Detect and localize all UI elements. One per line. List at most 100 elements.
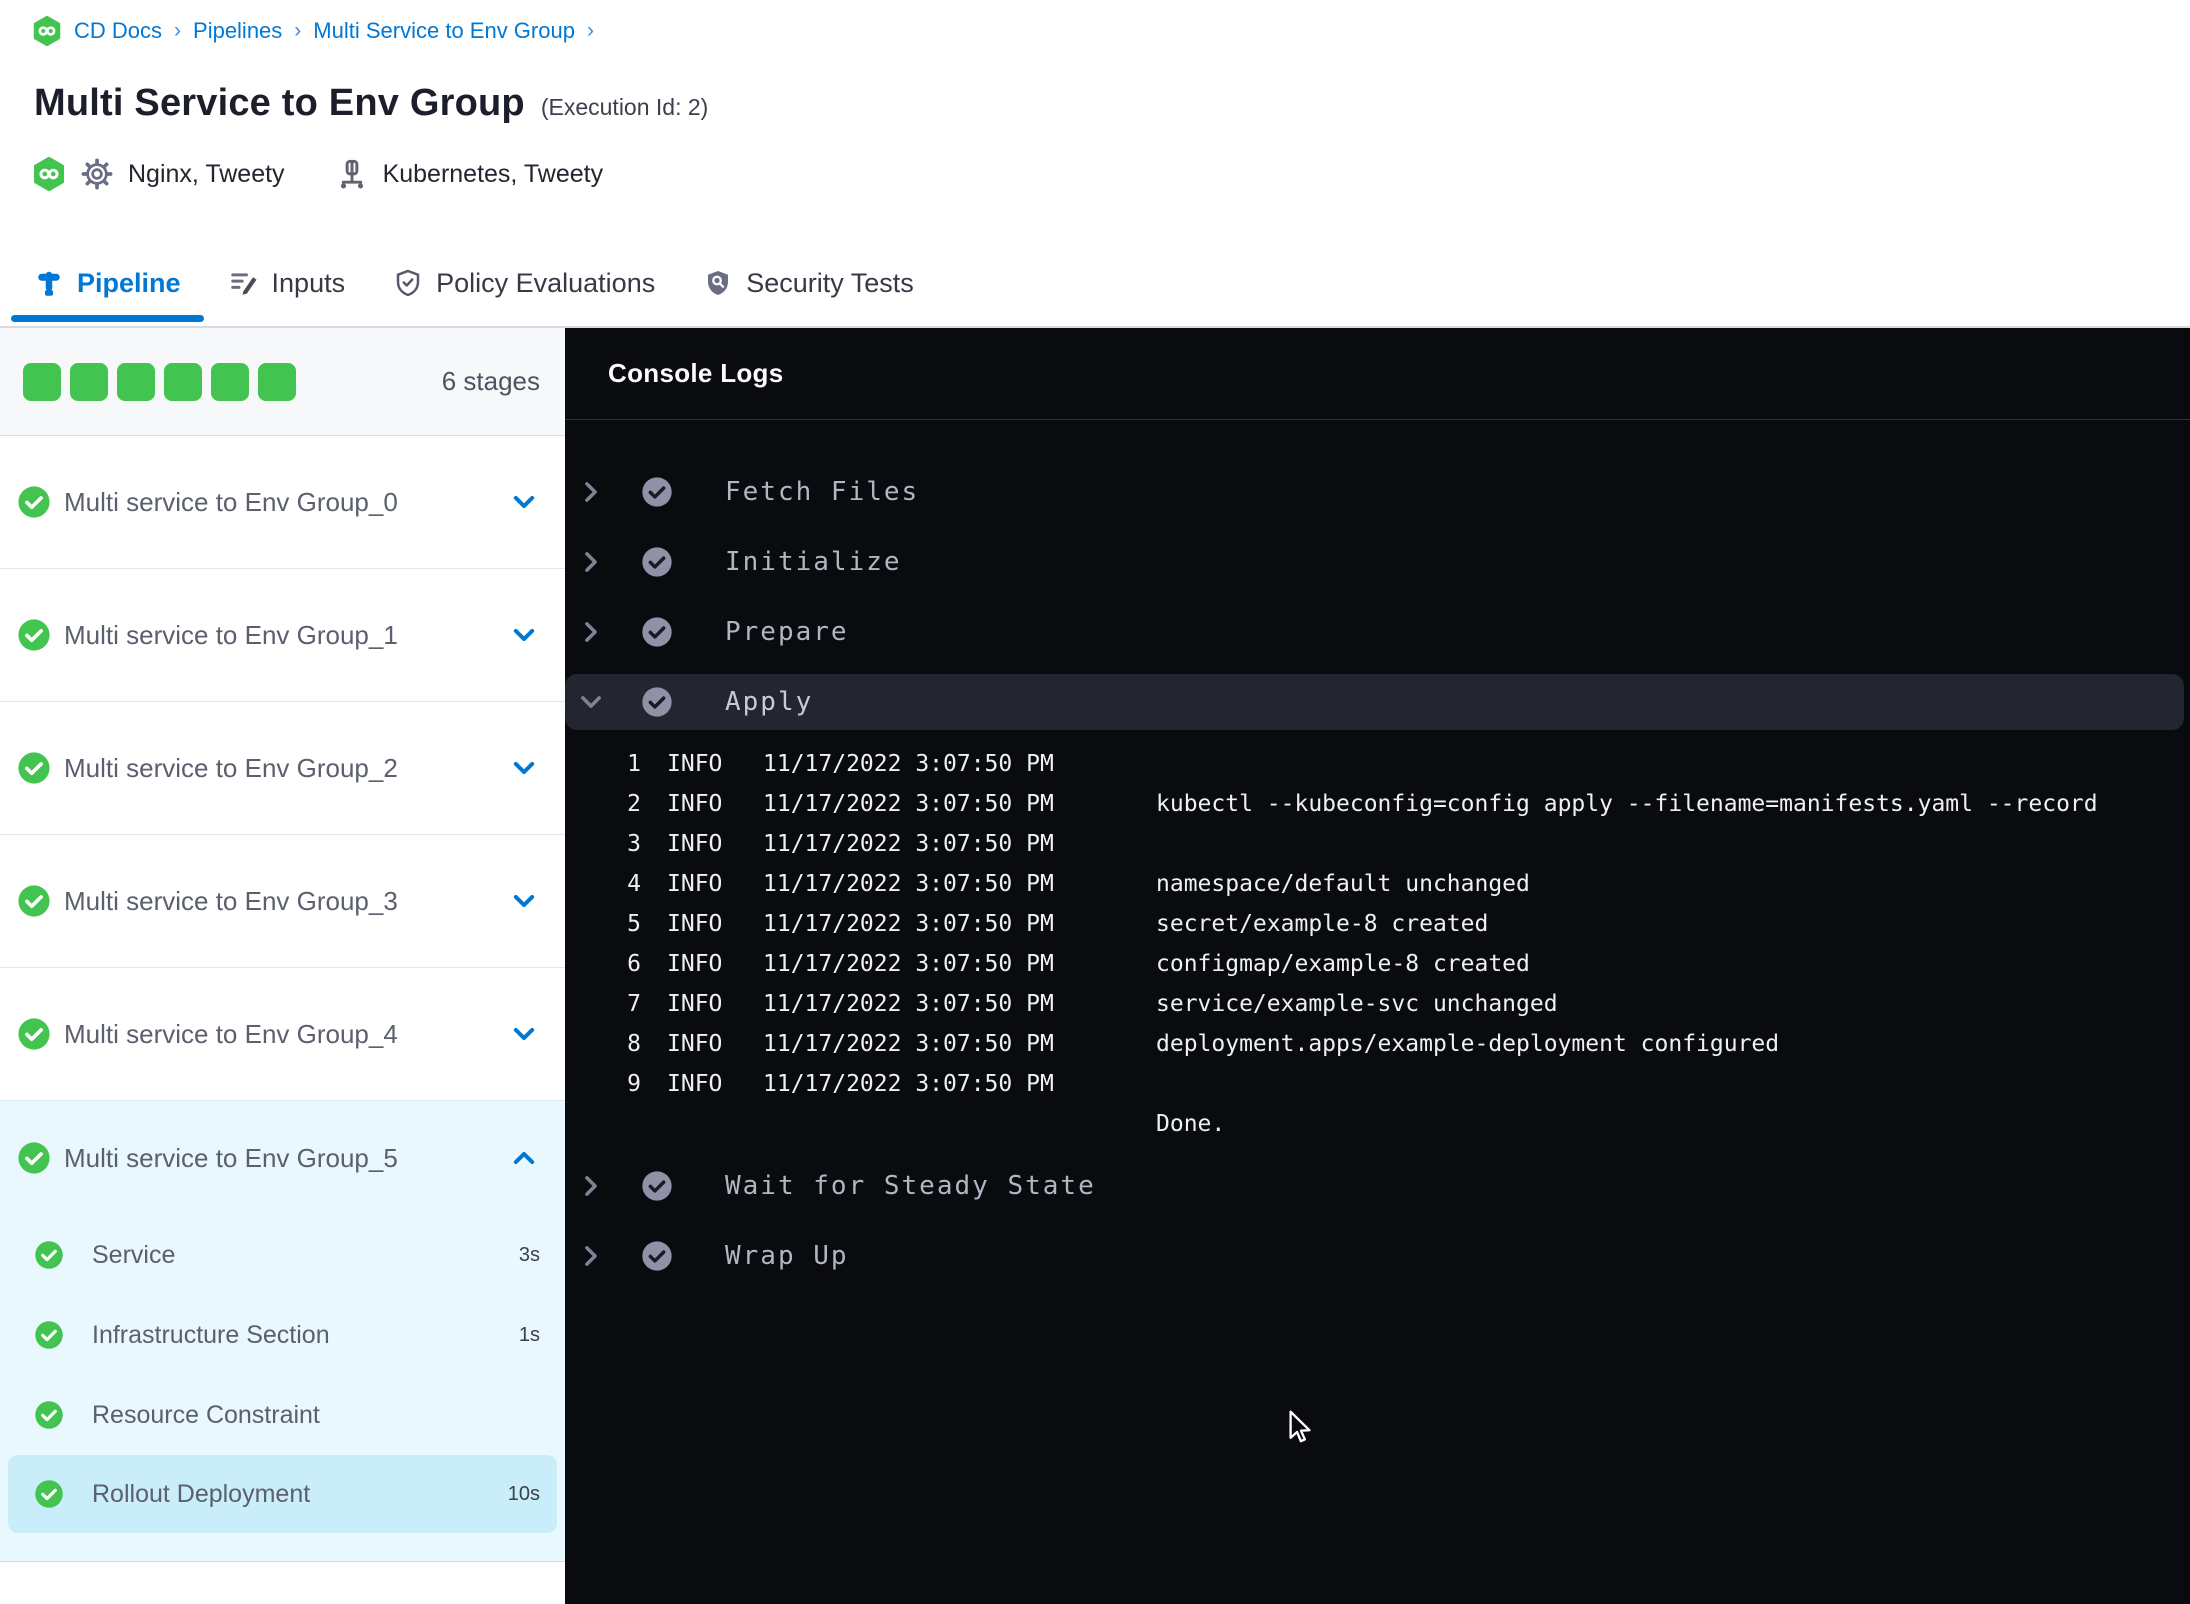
stage-steps-list: Service 3s Infrastructure Section 1s Resou…: [0, 1215, 565, 1561]
chevron-right-icon[interactable]: [577, 548, 605, 576]
security-tests-icon: [703, 268, 733, 298]
log-line: 5 INFO 11/17/2022 3:07:50 PM secret/example…: [565, 904, 2190, 944]
log-level: INFO: [667, 951, 723, 977]
log-line: 2 INFO 11/17/2022 3:07:50 PM kubectl --kube…: [565, 784, 2190, 824]
chevron-down-icon[interactable]: [577, 688, 605, 716]
breadcrumb-link[interactable]: Multi Service to Env Group: [313, 18, 575, 44]
log-line: 8 INFO 11/17/2022 3:07:50 PM deployment.app…: [565, 1024, 2190, 1064]
log-line-number: 7: [627, 991, 641, 1017]
stage-step-row-selected[interactable]: Rollout Deployment 10s: [8, 1455, 557, 1533]
log-line-number: 8: [627, 1031, 641, 1057]
console-step-label: Prepare: [725, 617, 849, 647]
log-level: INFO: [667, 751, 723, 777]
console-logs-header: Console Logs: [565, 328, 2190, 420]
stage-progress-square: [117, 362, 155, 401]
chevron-right-icon[interactable]: [577, 1242, 605, 1270]
stage-row[interactable]: Multi service to Env Group_1: [0, 569, 565, 702]
log-timestamp: 11/17/2022 3:07:50 PM: [763, 1071, 1054, 1097]
environments-label: Kubernetes, Tweety: [382, 159, 604, 188]
console-step-initialize[interactable]: Initialize: [565, 534, 2190, 590]
chevron-right-icon[interactable]: [577, 478, 605, 506]
console-step-wrap-up[interactable]: Wrap Up: [565, 1228, 2190, 1284]
chevron-right-icon[interactable]: [577, 1172, 605, 1200]
infrastructure-icon: [335, 157, 369, 191]
chevron-up-icon[interactable]: [510, 1144, 538, 1172]
stage-name: Multi service to Env Group_5: [64, 1142, 398, 1173]
console-log-lines: 1 INFO 11/17/2022 3:07:50 PM 2 INFO 11/17/202…: [565, 744, 2190, 1144]
tab-label: Policy Evaluations: [436, 267, 656, 298]
log-message: configmap/example-8 created: [1156, 951, 1530, 977]
breadcrumb-separator: ›: [294, 19, 302, 42]
success-check-icon: [34, 1479, 64, 1509]
log-timestamp: 11/17/2022 3:07:50 PM: [763, 911, 1054, 937]
breadcrumb-link[interactable]: Pipelines: [193, 18, 282, 44]
log-line: 7 INFO 11/17/2022 3:07:50 PM service/exampl…: [565, 984, 2190, 1024]
stage-row[interactable]: Multi service to Env Group_0: [0, 436, 565, 569]
console-step-wait-for-steady-state[interactable]: Wait for Steady State: [565, 1158, 2190, 1214]
stages-count-label: 6 stages: [441, 366, 540, 396]
step-duration: 1s: [518, 1323, 540, 1346]
stage-row[interactable]: Multi service to Env Group_4: [0, 968, 565, 1101]
log-timestamp: 11/17/2022 3:07:50 PM: [763, 831, 1054, 857]
log-line-number: 1: [627, 751, 641, 777]
log-message: namespace/default unchanged: [1156, 871, 1530, 897]
log-message: kubectl --kubeconfig=config apply --file…: [1156, 791, 2098, 817]
stage-step-row[interactable]: Resource Constraint: [0, 1375, 565, 1455]
success-check-icon: [641, 1170, 673, 1202]
tab-pipeline[interactable]: Pipeline: [10, 240, 205, 326]
success-check-icon: [17, 884, 51, 918]
stage-row-expanded[interactable]: Multi service to Env Group_5: [0, 1101, 565, 1215]
log-line: 3 INFO 11/17/2022 3:07:50 PM: [565, 824, 2190, 864]
chevron-down-icon[interactable]: [510, 887, 538, 915]
console-step-prepare[interactable]: Prepare: [565, 604, 2190, 660]
stage-progress-square: [23, 362, 61, 401]
chevron-down-icon[interactable]: [510, 621, 538, 649]
log-line-number: 6: [627, 951, 641, 977]
step-duration: 3s: [518, 1243, 540, 1266]
log-closing-line: Done.: [565, 1104, 2190, 1144]
log-timestamp: 11/17/2022 3:07:50 PM: [763, 751, 1054, 777]
tab-security-tests[interactable]: Security Tests: [679, 240, 938, 326]
stage-progress-square: [211, 362, 249, 401]
console-step-label: Initialize: [725, 547, 902, 577]
console-step-label: Fetch Files: [725, 477, 920, 507]
tab-inputs[interactable]: Inputs: [205, 240, 370, 326]
log-message: secret/example-8 created: [1156, 911, 1489, 937]
title-row: Multi Service to Env Group (Execution Id…: [34, 82, 708, 125]
pipeline-icon: [34, 268, 64, 298]
step-duration: 10s: [507, 1482, 540, 1505]
stage-row[interactable]: Multi service to Env Group_2: [0, 702, 565, 835]
stages-progress-band: 6 stages: [0, 328, 565, 436]
success-check-icon: [34, 1240, 64, 1270]
success-check-icon: [34, 1320, 64, 1350]
stages-sidebar: 6 stages Multi service to Env Group_0 Mu…: [0, 328, 565, 1604]
success-check-icon: [34, 1400, 64, 1430]
log-message: deployment.apps/example-deployment confi…: [1156, 1031, 1780, 1057]
log-timestamp: 11/17/2022 3:07:50 PM: [763, 1031, 1054, 1057]
breadcrumb-link[interactable]: CD Docs: [74, 18, 162, 44]
harness-cd-logo-icon: [32, 156, 66, 192]
chevron-down-icon[interactable]: [510, 754, 538, 782]
log-line-number: 9: [627, 1071, 641, 1097]
console-step-fetch-files[interactable]: Fetch Files: [565, 464, 2190, 520]
stage-row[interactable]: Multi service to Env Group_3: [0, 835, 565, 968]
log-message: service/example-svc unchanged: [1156, 991, 1558, 1017]
stage-step-row[interactable]: Infrastructure Section 1s: [0, 1295, 565, 1375]
log-level: INFO: [667, 791, 723, 817]
chevron-down-icon[interactable]: [510, 1020, 538, 1048]
log-line: 1 INFO 11/17/2022 3:07:50 PM: [565, 744, 2190, 784]
chevron-down-icon[interactable]: [510, 488, 538, 516]
log-line: 4 INFO 11/17/2022 3:07:50 PM namespace/defa…: [565, 864, 2190, 904]
success-check-icon: [641, 476, 673, 508]
stage-step-row[interactable]: Service 3s: [0, 1215, 565, 1295]
tab-policy-evaluations[interactable]: Policy Evaluations: [369, 240, 679, 326]
stage-progress-square: [70, 362, 108, 401]
chevron-right-icon[interactable]: [577, 618, 605, 646]
tab-label: Security Tests: [746, 267, 914, 298]
tab-label: Pipeline: [77, 267, 181, 298]
success-check-icon: [17, 485, 51, 519]
console-step-apply[interactable]: Apply: [565, 674, 2184, 730]
gear-icon: [80, 157, 114, 191]
success-check-icon: [17, 751, 51, 785]
step-name: Service: [92, 1240, 176, 1269]
